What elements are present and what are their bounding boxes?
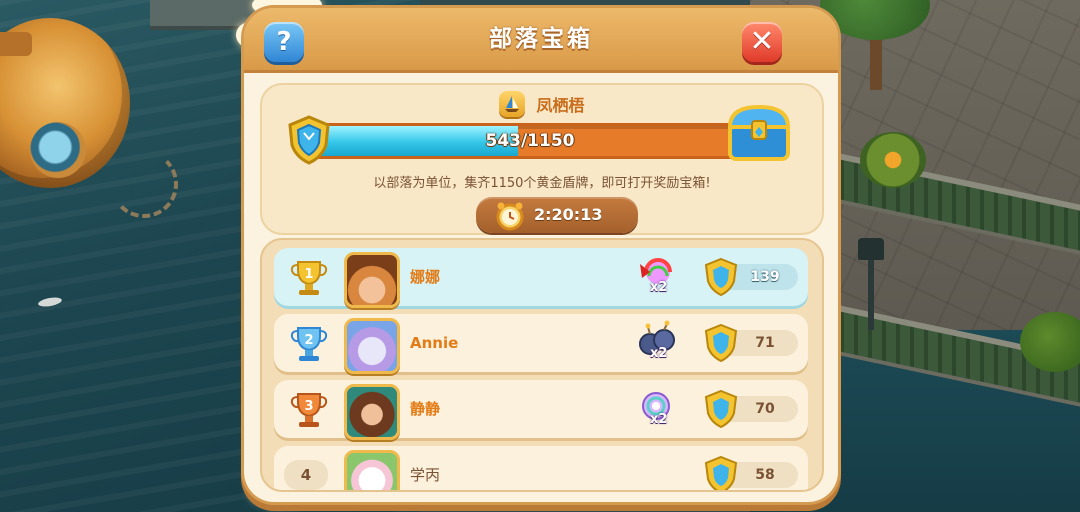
score-value: 70 (755, 401, 775, 417)
reward-multiplier: x2 (650, 280, 668, 295)
player-name: 娜娜 (410, 268, 441, 286)
svg-text:3: 3 (304, 399, 313, 414)
progress-label: 543/1150 (485, 131, 575, 151)
reward-multiplier: x2 (650, 346, 668, 361)
street-lamp-head (858, 238, 884, 260)
silver-trophy-icon: 2 (290, 327, 328, 361)
score-value: 58 (755, 467, 775, 483)
avatar[interactable] (344, 384, 400, 440)
help-button[interactable]: ? (264, 22, 304, 62)
leaderboard-row[interactable]: 2 Annie x2 71 (274, 314, 808, 374)
contribution-leaderboard: 1 娜娜 x2 139 2 Annie x2 71 3 静静 x2 70 4 学… (260, 238, 824, 492)
bathysphere-chain (110, 150, 178, 218)
treasure-chest-icon (727, 104, 791, 161)
avatar[interactable] (344, 252, 400, 308)
gold-shield-icon (704, 257, 738, 297)
leaderboard-row[interactable]: 1 娜娜 x2 139 (274, 248, 808, 308)
player-name: 学丙 (410, 466, 441, 484)
chest-description: 以部落为单位，集齐1150个黄金盾牌，即可打开奖励宝箱! (373, 176, 711, 191)
bathysphere-porthole (30, 122, 86, 178)
bronze-trophy-icon: 3 (290, 393, 328, 427)
gold-shield-icon (704, 389, 738, 429)
leaderboard-row[interactable]: 3 静静 x2 70 (274, 380, 808, 440)
flower-bush (860, 132, 926, 188)
svg-text:1: 1 (304, 267, 313, 282)
player-name: Annie (410, 334, 459, 352)
chest-progress-box: 凤栖梧 543/1150 以部落为单位，集齐1150个黄金盾牌，即可打开奖励宝箱… (260, 83, 824, 235)
bathysphere-hatch (0, 32, 32, 56)
sailboat-badge-icon (499, 91, 526, 117)
alarm-clock-icon (496, 202, 524, 231)
chest-progress-bar: 543/1150 (310, 126, 750, 156)
avatar[interactable] (344, 318, 400, 374)
street-lamp-post (868, 250, 874, 330)
gold-shield-icon (288, 115, 330, 165)
rank-number: 4 (284, 460, 328, 490)
gold-shield-icon (704, 455, 738, 490)
leaderboard-row[interactable]: 4 学丙 58 (274, 446, 808, 490)
score-value: 139 (750, 269, 780, 285)
svg-text:2: 2 (304, 333, 313, 348)
close-button[interactable]: ✕ (742, 22, 782, 62)
player-name: 静静 (410, 400, 441, 418)
reward-multiplier: x2 (650, 412, 668, 427)
gold-trophy-icon: 1 (290, 261, 328, 295)
score-value: 71 (755, 335, 775, 351)
avatar[interactable] (344, 450, 400, 490)
timer-value: 2:20:13 (534, 205, 603, 224)
tribe-name: 凤栖梧 (536, 96, 585, 115)
countdown-timer: 2:20:13 (476, 197, 638, 233)
gold-shield-icon (704, 323, 738, 363)
tribe-chest-dialog: 部落宝箱 ? ✕ 凤栖梧 543/1150 以部落为单位，集齐1150个黄金盾牌… (244, 8, 838, 502)
